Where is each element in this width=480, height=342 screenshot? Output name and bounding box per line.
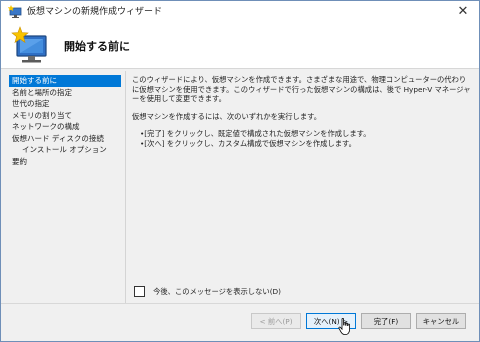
nav-item-summary[interactable]: 要約 <box>9 156 121 168</box>
nav-item-generation[interactable]: 世代の指定 <box>9 98 121 110</box>
cancel-button[interactable]: キャンセル <box>416 313 466 329</box>
close-icon: ✕ <box>457 4 469 19</box>
nav-item-before-you-begin[interactable]: 開始する前に <box>9 75 121 87</box>
finish-button[interactable]: 完了(F) <box>361 313 411 329</box>
nav-item-networking[interactable]: ネットワークの構成 <box>9 121 121 133</box>
dont-show-again-option[interactable]: 今後、このメッセージを表示しない(D) <box>134 281 281 297</box>
dont-show-again-checkbox[interactable] <box>134 286 145 297</box>
dont-show-again-label[interactable]: 今後、このメッセージを表示しない(D) <box>153 287 281 297</box>
nav-divider <box>125 71 126 303</box>
finish-option-text: •[完了] をクリックし、既定値で構成された仮想マシンを作成します。 <box>140 129 371 139</box>
virtual-machine-icon <box>8 5 22 18</box>
title-bar: 仮想マシンの新規作成ウィザード ✕ <box>1 1 479 23</box>
instruction-text: 仮想マシンを作成するには、次のいずれかを実行します。 <box>132 111 321 121</box>
virtual-machine-wizard-icon <box>11 26 47 63</box>
wizard-window: 仮想マシンの新規作成ウィザード ✕ 開始する前に 開始する前に 名前と場所の指定… <box>0 0 480 342</box>
nav-item-name-and-location[interactable]: 名前と場所の指定 <box>9 87 121 99</box>
content-panel: このウィザードにより、仮想マシンを作成できます。さまざまな用途で、物理コンピュー… <box>132 75 472 149</box>
window-title: 仮想マシンの新規作成ウィザード <box>27 7 163 17</box>
option-list: •[完了] をクリックし、既定値で構成された仮想マシンを作成します。 •[次へ]… <box>140 129 472 148</box>
intro-text: このウィザードにより、仮想マシンを作成できます。さまざまな用途で、物理コンピュー… <box>132 75 471 104</box>
previous-button[interactable]: < 前へ(P) <box>251 313 301 329</box>
nav-item-memory[interactable]: メモリの割り当て <box>9 110 121 122</box>
footer-divider <box>1 303 479 304</box>
next-option-text: •[次へ] をクリックし、カスタム構成で仮想マシンを作成します。 <box>140 138 356 148</box>
close-button[interactable]: ✕ <box>447 1 479 23</box>
page-title: 開始する前に <box>64 40 130 53</box>
wizard-steps-nav: 開始する前に 名前と場所の指定 世代の指定 メモリの割り当て ネットワークの構成… <box>9 75 121 167</box>
wizard-header: 開始する前に <box>1 23 479 69</box>
nav-item-installation-options[interactable]: インストール オプション <box>9 144 121 156</box>
nav-item-virtual-hard-disk[interactable]: 仮想ハード ディスクの接続 <box>9 133 121 145</box>
hand-cursor-icon <box>338 318 350 335</box>
